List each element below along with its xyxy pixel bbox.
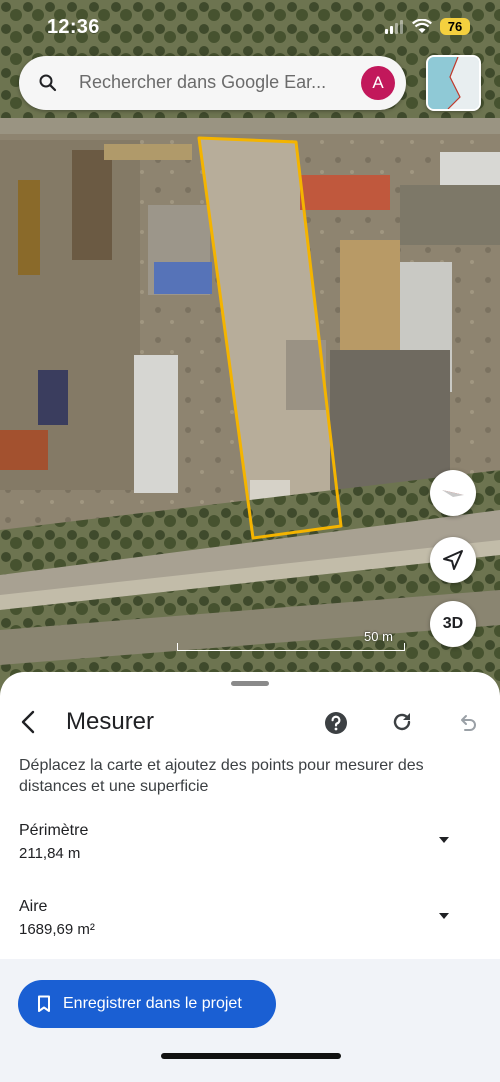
- help-button[interactable]: [324, 711, 348, 735]
- my-location-button[interactable]: [430, 537, 476, 583]
- search-icon: [39, 74, 57, 92]
- measure-sheet: Mesurer Déplacez la carte et ajoutez des…: [0, 672, 500, 1082]
- refresh-icon: [393, 713, 411, 731]
- undo-icon: [461, 715, 476, 731]
- sheet-title: Mesurer: [66, 708, 155, 735]
- search-placeholder: Rechercher dans Google Ear...: [79, 72, 327, 92]
- bookmark-icon: [38, 995, 50, 1012]
- compass-button[interactable]: [430, 470, 476, 516]
- refresh-button[interactable]: [390, 710, 414, 734]
- save-to-project-button[interactable]: Enregistrer dans le projet: [18, 980, 276, 1028]
- wifi-icon: [412, 19, 432, 33]
- compass-icon: [442, 490, 464, 497]
- save-to-project-label: Enregistrer dans le projet: [63, 995, 242, 1012]
- search-bar[interactable]: Rechercher dans Google Ear... A: [19, 56, 406, 110]
- undo-button[interactable]: [455, 711, 479, 735]
- scale-bar: [177, 643, 405, 651]
- sheet-drag-handle[interactable]: [231, 681, 269, 686]
- avatar[interactable]: A: [361, 66, 395, 100]
- satellite-map[interactable]: 12:36 76 Rechercher dans Google Ear... A: [0, 0, 500, 700]
- map-layer-thumbnail[interactable]: [426, 55, 481, 111]
- measure-instructions: Déplacez la carte et ajoutez des points …: [19, 757, 424, 795]
- perimeter-row[interactable]: Périmètre 211,84 m: [0, 822, 500, 882]
- status-time: 12:36: [47, 16, 100, 38]
- scale-label: 50 m: [364, 629, 393, 644]
- battery-indicator: 76: [440, 18, 470, 35]
- perimeter-value: 211,84 m: [19, 845, 81, 862]
- 3d-toggle-button[interactable]: 3D: [430, 601, 476, 647]
- status-bar: 12:36 76: [0, 0, 500, 56]
- sheet-footer: Enregistrer dans le projet: [0, 959, 500, 1082]
- signal-icon: [385, 19, 403, 34]
- back-arrow-icon: [21, 710, 35, 734]
- back-button[interactable]: [14, 708, 42, 736]
- dropdown-icon[interactable]: [436, 835, 452, 845]
- area-label: Aire: [19, 898, 48, 915]
- area-row[interactable]: Aire 1689,69 m²: [0, 898, 500, 958]
- home-indicator[interactable]: [161, 1053, 341, 1059]
- dropdown-icon[interactable]: [436, 911, 452, 921]
- perimeter-label: Périmètre: [19, 822, 89, 839]
- locate-icon: [443, 550, 463, 570]
- area-value: 1689,69 m²: [19, 921, 95, 938]
- map-thumbnail-icon: [428, 57, 479, 109]
- help-icon: [325, 712, 347, 734]
